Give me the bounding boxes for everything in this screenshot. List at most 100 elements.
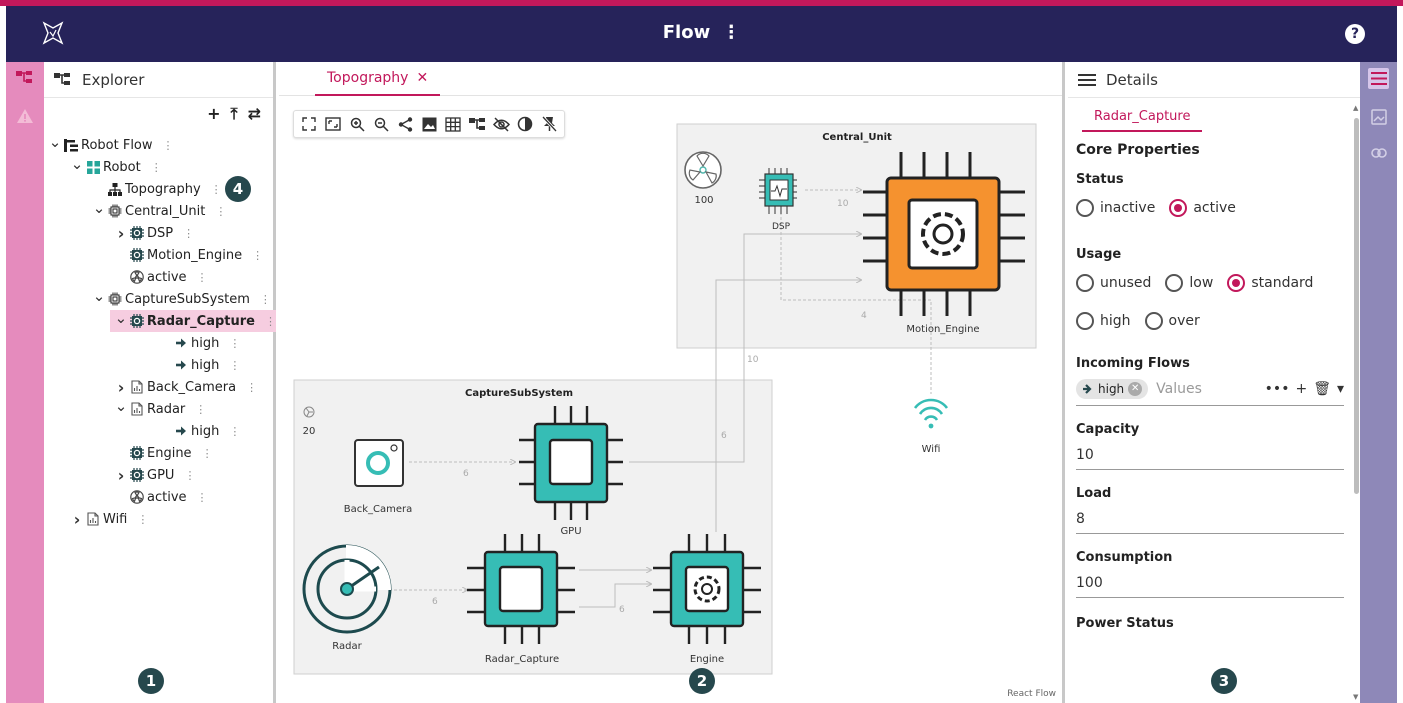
usage-over-radio[interactable]: over — [1144, 312, 1200, 330]
link-icon[interactable] — [1368, 142, 1389, 163]
chevron-down-icon[interactable]: ⌄ — [114, 311, 128, 328]
tree-item-engine[interactable]: Engine ⋮ — [44, 442, 276, 464]
item-menu-icon[interactable]: ⋮ — [197, 271, 208, 284]
item-menu-icon[interactable]: ⋮ — [183, 227, 194, 240]
item-menu-icon[interactable]: ⋮ — [195, 403, 206, 416]
tree-item-robot[interactable]: ⌄ Robot ⋮ — [44, 156, 276, 178]
tree-item-high[interactable]: high ⋮ — [44, 332, 276, 354]
item-menu-icon[interactable]: ⋮ — [246, 381, 257, 394]
tree-item-active[interactable]: active ⋮ — [44, 266, 276, 288]
item-menu-icon[interactable]: ⋮ — [229, 359, 240, 372]
contrast-icon[interactable] — [516, 115, 534, 133]
usage-standard-radio[interactable]: standard — [1227, 274, 1313, 292]
usage-low-radio[interactable]: low — [1165, 274, 1213, 292]
grid-icon[interactable] — [444, 115, 462, 133]
tree-item-motion-engine[interactable]: Motion_Engine ⋮ — [44, 244, 276, 266]
zoom-out-icon[interactable] — [372, 115, 390, 133]
chevron-down-icon[interactable]: ⌄ — [92, 201, 106, 218]
chevron-right-icon[interactable]: › — [114, 466, 128, 485]
properties-view-icon[interactable] — [1368, 68, 1389, 89]
zoom-in-icon[interactable] — [348, 115, 366, 133]
item-menu-icon[interactable]: ⋮ — [184, 469, 195, 482]
tree-item-back-camera[interactable]: › Back_Camera ⋮ — [44, 376, 276, 398]
item-menu-icon[interactable]: ⋮ — [215, 205, 226, 218]
radio-circle[interactable] — [1144, 312, 1163, 330]
image-icon[interactable] — [420, 115, 438, 133]
item-menu-icon[interactable]: ⋮ — [229, 425, 240, 438]
node-wifi[interactable]: Wifi — [913, 398, 949, 455]
item-menu-icon[interactable]: ⋮ — [151, 161, 162, 174]
flow-canvas[interactable]: Central_Unit CaptureSubSystem 10 4 10 6 … — [279, 62, 1065, 703]
chevron-down-icon[interactable]: ⌄ — [114, 399, 128, 416]
tree-item-wifi[interactable]: › Wifi ⋮ — [44, 508, 276, 530]
status-inactive-radio[interactable]: inactive — [1076, 199, 1155, 217]
details-tab-radar-capture[interactable]: Radar_Capture — [1082, 102, 1203, 132]
tree-item-central-unit[interactable]: ⌄ Central_Unit ⋮ — [44, 200, 276, 222]
usage-unused-radio[interactable]: unused — [1076, 274, 1151, 292]
consumption-input[interactable]: 100 — [1076, 575, 1344, 598]
radio-circle[interactable] — [1227, 274, 1246, 292]
tree-item-robot flow[interactable]: ⌄ Robot Flow ⋮ — [44, 134, 276, 156]
hierarchy-icon[interactable] — [468, 115, 486, 133]
share-icon[interactable] — [396, 115, 414, 133]
group-capture-subsystem[interactable]: CaptureSubSystem — [293, 379, 773, 675]
item-menu-icon[interactable]: ⋮ — [163, 139, 174, 152]
incoming-flow-chip[interactable]: high ✕ — [1076, 379, 1149, 399]
pin-off-icon[interactable] — [540, 115, 558, 133]
item-menu-icon[interactable]: ⋮ — [260, 293, 271, 306]
item-menu-icon[interactable]: ⋮ — [252, 249, 263, 262]
tree-item-radar-capture[interactable]: ⌄ Radar_Capture ⋮ — [110, 310, 276, 332]
remove-chip-icon[interactable]: ✕ — [1128, 382, 1143, 396]
scroll-down-icon[interactable]: ▼ — [1353, 693, 1358, 701]
tree-item-high[interactable]: high ⋮ — [44, 354, 276, 376]
add-flow-icon[interactable]: + — [1295, 381, 1307, 397]
item-menu-icon[interactable]: ⋮ — [211, 183, 222, 196]
node-back-camera[interactable]: Back_Camera — [344, 439, 413, 515]
add-node-button[interactable]: + — [207, 104, 220, 124]
image-view-icon[interactable] — [1368, 106, 1389, 127]
app-menu-icon[interactable]: ⋮ — [722, 22, 740, 43]
tree-item-capturesubsystem[interactable]: ⌄ CaptureSubSystem ⋮ — [44, 288, 276, 310]
chevron-right-icon[interactable]: › — [114, 378, 128, 397]
explorer-view-icon[interactable] — [15, 68, 35, 88]
load-input[interactable]: 8 — [1076, 511, 1344, 534]
status-active-radio[interactable]: active — [1169, 199, 1236, 217]
collapse-all-button[interactable]: ⤒ — [231, 104, 238, 124]
item-menu-icon[interactable]: ⋮ — [137, 513, 148, 526]
tree-item-radar[interactable]: ⌄ Radar ⋮ — [44, 398, 276, 420]
chevron-right-icon[interactable]: › — [70, 510, 84, 529]
warning-icon[interactable] — [15, 106, 35, 126]
radio-circle[interactable] — [1076, 312, 1094, 330]
scroll-up-icon[interactable]: ▲ — [1353, 104, 1358, 112]
menu-icon[interactable] — [1078, 73, 1096, 87]
radio-circle[interactable] — [1169, 199, 1188, 217]
item-menu-icon[interactable]: ⋮ — [229, 337, 240, 350]
dropdown-icon[interactable]: ▾ — [1337, 381, 1344, 397]
incoming-flows-field[interactable]: high ✕ Values ••• + 🗑 ▾ — [1076, 379, 1344, 406]
chevron-down-icon[interactable]: ⌄ — [48, 135, 62, 152]
values-input[interactable]: Values — [1156, 381, 1265, 397]
usage-high-radio[interactable]: high — [1076, 312, 1131, 330]
item-menu-icon[interactable]: ⋮ — [197, 491, 208, 504]
radio-circle[interactable] — [1165, 274, 1184, 292]
react-flow-attribution[interactable]: React Flow — [1007, 689, 1056, 699]
eye-off-icon[interactable] — [492, 115, 510, 133]
item-menu-icon[interactable]: ⋮ — [202, 447, 213, 460]
tree-item-gpu[interactable]: › GPU ⋮ — [44, 464, 276, 486]
fit-view-icon[interactable] — [300, 115, 318, 133]
scroll-thumb[interactable] — [1354, 118, 1359, 494]
radio-circle[interactable] — [1076, 274, 1094, 292]
tree-item-high[interactable]: high ⋮ — [44, 420, 276, 442]
radio-circle[interactable] — [1076, 199, 1094, 217]
details-scrollbar[interactable]: ▲ ▼ — [1352, 102, 1360, 703]
chevron-right-icon[interactable]: › — [114, 224, 128, 243]
help-icon[interactable]: ? — [1345, 24, 1365, 44]
sync-button[interactable]: ⇄ — [248, 104, 261, 124]
capacity-input[interactable]: 10 — [1076, 447, 1344, 470]
chevron-down-icon[interactable]: ⌄ — [70, 157, 84, 174]
item-menu-icon[interactable]: ⋮ — [265, 315, 276, 328]
tree-item-dsp[interactable]: › DSP ⋮ — [44, 222, 276, 244]
chevron-down-icon[interactable]: ⌄ — [92, 289, 106, 306]
more-icon[interactable]: ••• — [1265, 381, 1290, 397]
delete-icon[interactable]: 🗑 — [1313, 381, 1331, 397]
